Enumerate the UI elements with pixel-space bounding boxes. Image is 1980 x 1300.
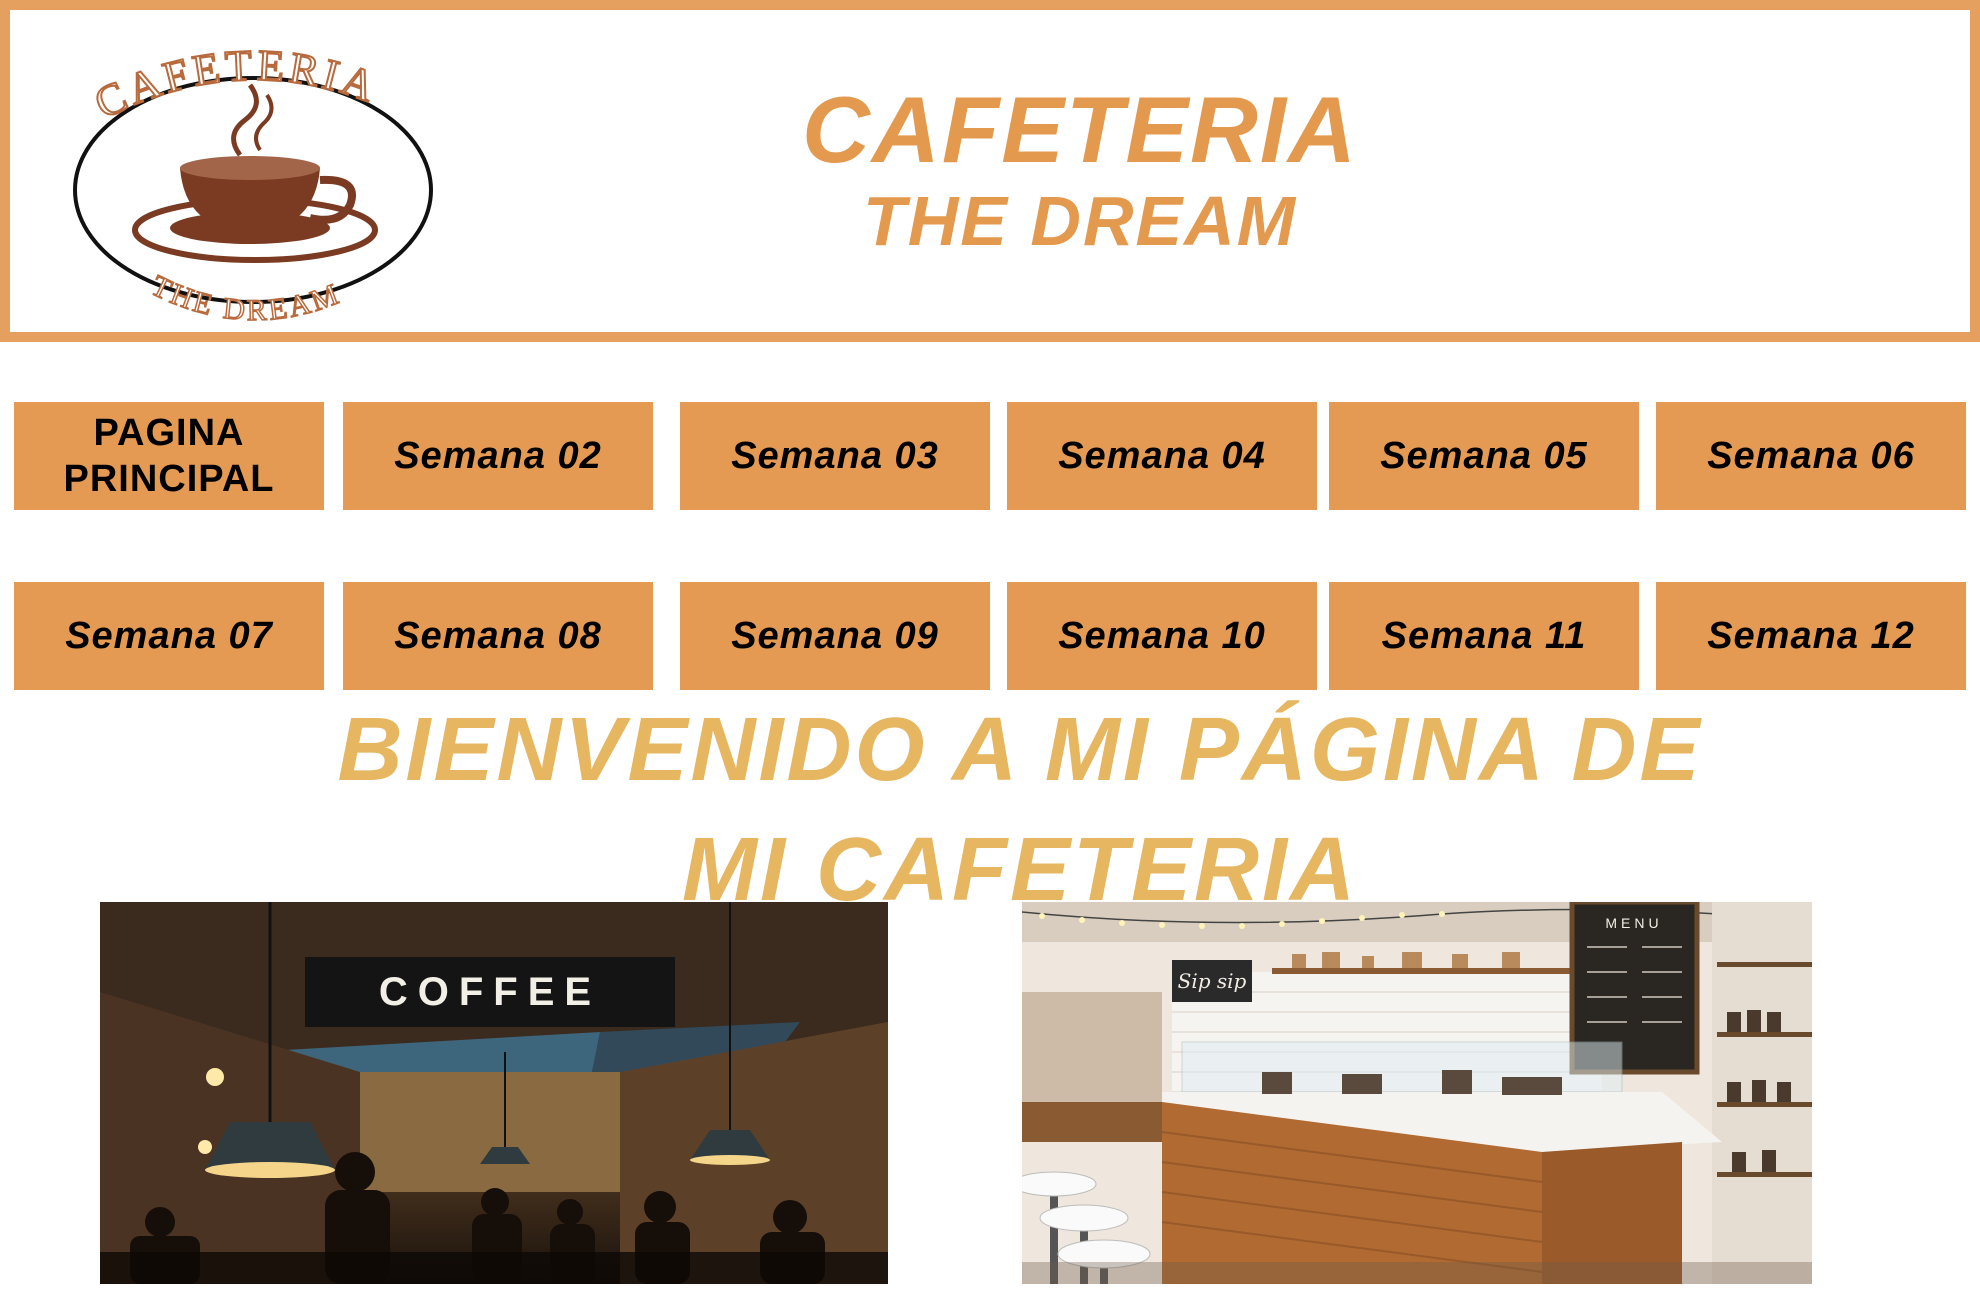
nav-semana-06[interactable]: Semana 06 [1656, 402, 1966, 510]
nav-semana-04[interactable]: Semana 04 [1007, 402, 1317, 510]
header-title-block: CAFETERIA THE DREAM [630, 80, 1530, 262]
nav-semana-11[interactable]: Semana 11 [1329, 582, 1639, 690]
coffee-shop-photo: COFFEE [100, 902, 888, 1284]
nav-semana-10[interactable]: Semana 10 [1007, 582, 1317, 690]
cafeteria-logo: CAFETERIA THE DREAM [73, 50, 433, 328]
nav-semana-08[interactable]: Semana 08 [343, 582, 653, 690]
nav-semana-12[interactable]: Semana 12 [1656, 582, 1966, 690]
nav-semana-07[interactable]: Semana 07 [14, 582, 324, 690]
menu-board-text: MENU [1605, 915, 1662, 931]
nav-semana-09[interactable]: Semana 09 [680, 582, 990, 690]
welcome-line-1: BIENVENIDO A MI PÁGINA DE [337, 700, 1703, 800]
sip-sign-text: Sip sip [1178, 969, 1247, 993]
site-header: CAFETERIA THE DREAM CAFETERIA THE DREAM [0, 0, 1980, 342]
cafe-counter-photo: Sip sip MENU [1022, 902, 1812, 1284]
nav-semana-03[interactable]: Semana 03 [680, 402, 990, 510]
header-title: CAFETERIA [802, 77, 1358, 182]
welcome-heading: BIENVENIDO A MI PÁGINA DE MI CAFETERIA [180, 690, 1860, 930]
header-subtitle: THE DREAM [862, 182, 1298, 260]
nav-semana-05[interactable]: Semana 05 [1329, 402, 1639, 510]
nav-pagina-principal[interactable]: PAGINA PRINCIPAL [14, 402, 324, 510]
nav-semana-02[interactable]: Semana 02 [343, 402, 653, 510]
coffee-sign-text: COFFEE [379, 970, 601, 1014]
